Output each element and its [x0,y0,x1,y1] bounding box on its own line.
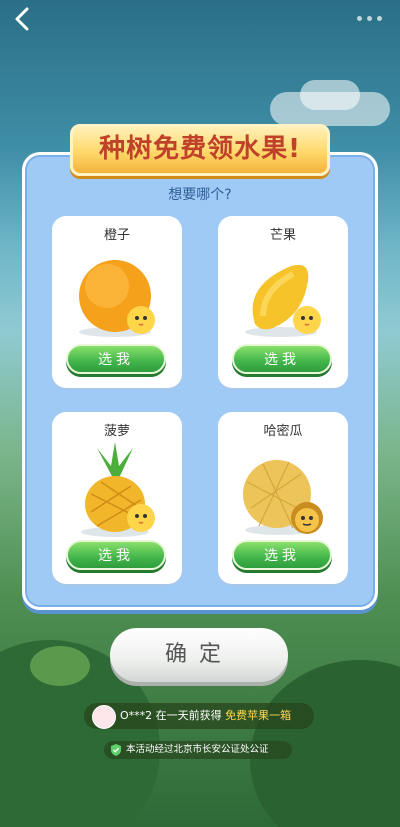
cloud [300,80,360,110]
option-card-orange[interactable]: 橙子 选我 [52,216,182,388]
back-button[interactable] [8,6,38,36]
winner-notice: O***2 在一天前获得 免费苹果一箱 [84,703,314,729]
option-name: 芒果 [269,228,296,243]
confirm-button[interactable]: 确定 [110,628,288,682]
certification-note: 本活动经过北京市长安公证处公证 [104,741,292,759]
option-card-mango[interactable]: 芒果 选我 [218,216,348,388]
title-banner: 种树免费领水果! [70,124,330,176]
option-name: 菠萝 [103,424,130,439]
cantaloupe-icon [243,460,323,535]
select-mango-button[interactable]: 选我 [232,344,332,374]
notice-text: 在一天前获得 [155,709,222,722]
notice-user: O***2 [120,709,153,722]
option-name: 哈密瓜 [263,424,303,439]
select-orange-button[interactable]: 选我 [66,344,166,374]
select-pineapple-button[interactable]: 选我 [66,540,166,570]
option-card-cantaloupe[interactable]: 哈密瓜 选我 [218,412,348,584]
pineapple-icon [81,442,155,537]
chevron-left-icon [15,7,29,31]
more-dots-icon [357,15,362,21]
option-name: 橙子 [103,228,130,243]
select-cantaloupe-button[interactable]: 选我 [232,540,332,570]
top-bar [0,0,400,40]
certification-text: 本活动经过北京市长安公证处公证 [126,744,269,755]
orange-icon [79,260,155,337]
panel-question: 想要哪个? [168,187,232,203]
avatar [92,705,116,729]
bush [30,646,90,686]
more-menu-button[interactable] [342,8,382,28]
notice-highlight: 免费苹果一箱 [225,709,292,722]
mango-icon [245,264,321,337]
banner-title: 种树免费领水果! [99,134,301,164]
shield-check-icon [111,744,121,756]
option-card-pineapple[interactable]: 菠萝 选我 [52,412,182,584]
